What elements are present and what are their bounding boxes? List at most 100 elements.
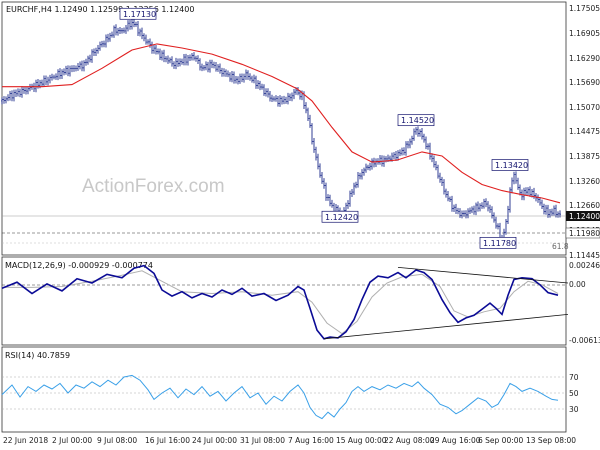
- ohlc-bar: [523, 187, 525, 201]
- ohlc-bar: [329, 194, 331, 207]
- macd-tick-label: -0.006136: [569, 336, 600, 345]
- ohlc-bar: [191, 52, 193, 61]
- ohlc-bar: [17, 88, 19, 97]
- ohlc-bar: [171, 56, 173, 67]
- ohlc-bar: [265, 88, 267, 97]
- ohlc-bar: [355, 181, 357, 189]
- ohlc-bar: [221, 67, 223, 77]
- ohlc-bar: [473, 205, 475, 215]
- ohlc-bar: [289, 93, 291, 102]
- ohlc-bar: [553, 205, 555, 216]
- ohlc-bar: [53, 74, 55, 80]
- ohlc-bar: [21, 86, 23, 98]
- ohlc-bar: [249, 73, 251, 81]
- ohlc-bar: [185, 53, 187, 66]
- ohlc-bar: [525, 187, 527, 196]
- x-tick-label: 31 Jul 08:00: [240, 436, 285, 445]
- price-tick-label: 1.13875: [569, 152, 600, 161]
- ohlc-bar: [559, 210, 561, 218]
- ohlc-bar: [555, 204, 557, 218]
- ohlc-bar: [293, 89, 295, 100]
- ohlc-bar: [259, 80, 261, 91]
- annotation-text: 1.12420: [325, 213, 358, 222]
- ohlc-bar: [87, 55, 89, 65]
- ohlc-bar: [155, 44, 157, 55]
- ohlc-bar: [175, 57, 177, 70]
- ohlc-bar: [179, 58, 181, 67]
- ohlc-bar: [153, 44, 155, 54]
- ohlc-bar: [173, 61, 175, 69]
- ohlc-bar: [477, 201, 479, 212]
- price-tick-label: 1.16290: [569, 54, 600, 63]
- ohlc-bar: [261, 83, 263, 90]
- ohlc-bar: [323, 178, 325, 189]
- ohlc-bar: [83, 60, 85, 72]
- forex-chart: ActionForex.com EURCHF,H4 1.12490 1.1259…: [1, 1, 600, 445]
- ohlc-bar: [167, 55, 169, 64]
- ohlc-bar: [375, 158, 377, 168]
- ohlc-bar: [433, 155, 435, 168]
- ohlc-bar: [497, 223, 499, 230]
- ohlc-bar: [405, 141, 407, 156]
- ohlc-bar: [73, 65, 75, 72]
- price-annotation: 1.14520: [397, 114, 435, 127]
- price-annotation: 1.12420: [321, 210, 359, 223]
- price-annotation: 1.11780: [479, 236, 517, 249]
- ohlc-bar: [243, 73, 245, 83]
- ohlc-bar: [461, 210, 463, 219]
- ohlc-bar: [469, 207, 471, 214]
- fib-label: 61.8: [552, 242, 569, 251]
- ohlc-bar: [541, 199, 543, 210]
- ohlc-bar: [67, 65, 69, 77]
- ohlc-bar: [269, 91, 271, 102]
- ohlc-bar: [205, 61, 207, 71]
- ohlc-bar: [277, 96, 279, 107]
- ohlc-bar: [371, 158, 373, 170]
- ohlc-bar: [439, 172, 441, 183]
- current-price-tag: 1.12400: [566, 211, 600, 221]
- ohlc-bar: [55, 73, 57, 80]
- ohlc-bar: [407, 141, 409, 149]
- ohlc-bar: [161, 50, 163, 61]
- ohlc-bar: [227, 70, 229, 78]
- ohlc-bar: [527, 187, 529, 195]
- ohlc-bar: [465, 210, 467, 219]
- ohlc-bar: [77, 62, 79, 71]
- ohlc-bar: [347, 200, 349, 209]
- ohlc-bar: [57, 69, 59, 81]
- ohlc-bar: [481, 202, 483, 209]
- ohlc-bar: [349, 190, 351, 207]
- ohlc-bar: [395, 150, 397, 161]
- ohlc-bar: [93, 48, 95, 57]
- rsi-tick-label: 50: [569, 389, 579, 398]
- ohlc-bar: [237, 76, 239, 85]
- ohlc-bar: [117, 27, 119, 36]
- ohlc-bar: [13, 89, 15, 102]
- ohlc-bar: [287, 92, 289, 105]
- ohlc-bar: [125, 25, 127, 34]
- ohlc-bar: [137, 21, 139, 36]
- macd-tick-label: 0.002469: [569, 261, 600, 270]
- ohlc-bar: [151, 41, 153, 54]
- ohlc-bar: [165, 56, 167, 63]
- ohlc-bar: [325, 182, 327, 201]
- macd-signal-line: [2, 270, 559, 335]
- ohlc-bar: [225, 69, 227, 77]
- ohlc-bar: [393, 152, 395, 160]
- ohlc-bar: [247, 70, 249, 80]
- annotation-text: 1.11780: [483, 239, 516, 248]
- ohlc-bar: [367, 164, 369, 171]
- ohlc-bar: [199, 58, 201, 71]
- ohlc-bar: [131, 19, 133, 30]
- ohlc-bar: [35, 79, 37, 93]
- ohlc-bar: [471, 206, 473, 214]
- ohlc-bar: [353, 182, 355, 195]
- macd-tick-label: 0.00: [569, 280, 586, 289]
- x-tick-label: 6 Sep 00:00: [478, 436, 524, 445]
- ohlc-bar: [95, 47, 97, 56]
- ohlc-bar: [89, 54, 91, 63]
- ohlc-bar: [311, 123, 313, 145]
- ohlc-bar: [47, 76, 49, 86]
- ohlc-bar: [91, 49, 93, 63]
- ohlc-bar: [359, 172, 361, 180]
